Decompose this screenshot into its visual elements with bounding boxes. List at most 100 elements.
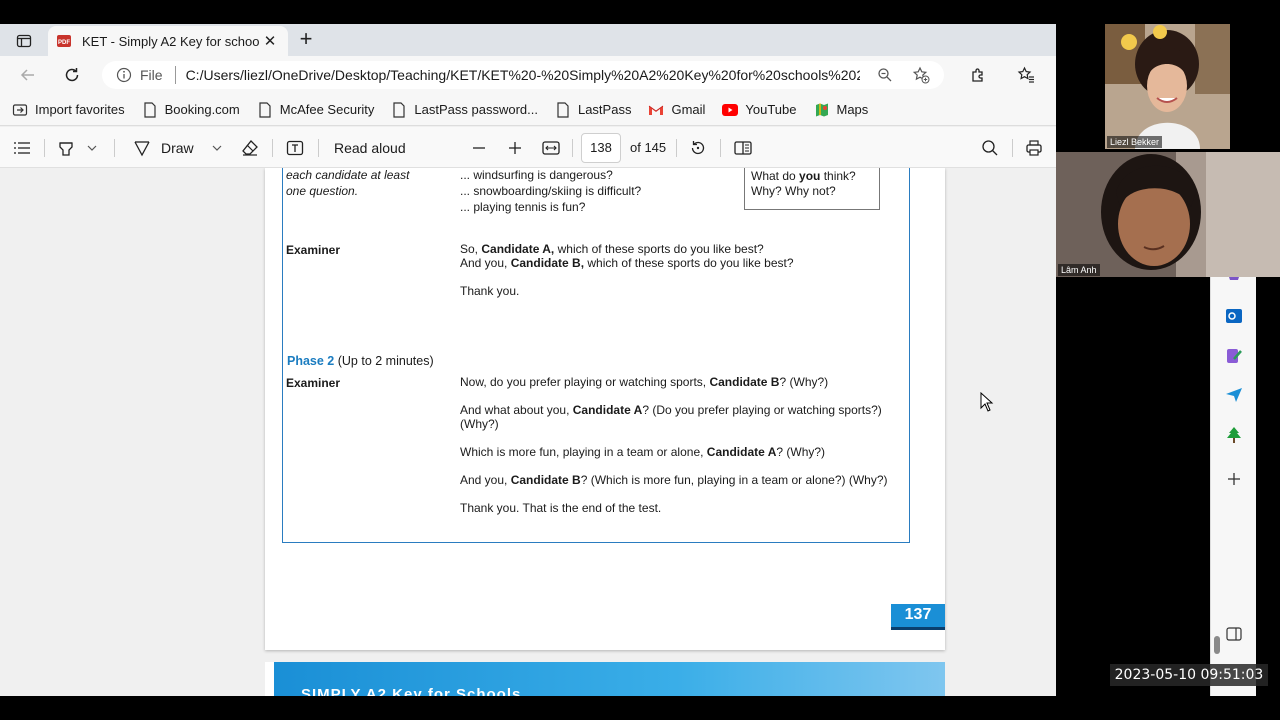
next-pdf-page: SIMPLY A2 Key for Schools [265,662,945,696]
video-tile-1: Liezl Bekker [1105,24,1230,149]
back-icon[interactable] [16,63,40,87]
eraser-icon[interactable] [241,137,259,159]
favorite-label: LastPass password... [414,102,538,117]
tab-strip: PDF KET - Simply A2 Key for schools 2 ✕ … [0,24,1056,56]
scrollbar-thumb[interactable] [1214,636,1220,654]
zoom-in-icon[interactable] [508,137,522,159]
highlight-icon[interactable] [57,137,75,159]
question-1: Now, do you prefer playing or watching s… [460,375,829,389]
page-icon [391,101,407,118]
favorite-youtube[interactable]: YouTube [722,102,797,118]
question-3: Which is more fun, playing in a team or … [460,445,826,459]
examiner-line-1: So, Candidate A, which of these sports d… [460,242,764,256]
favorite-lastpass[interactable]: LastPass [555,101,631,118]
add-favorite-icon[interactable] [910,64,932,86]
examiner-label-1: Examiner [286,243,341,257]
scrollbar[interactable] [1213,252,1221,696]
draw-label: Draw [161,140,194,156]
svg-text:PDF: PDF [58,40,70,46]
tab-title: KET - Simply A2 Key for schools 2 [82,33,260,49]
favorite-maps[interactable]: Maps [814,102,869,118]
prompt-tennis: ... playing tennis is fun? [460,200,586,214]
draw-button[interactable]: Draw [133,137,194,159]
url-scheme: File [140,67,163,83]
text-icon[interactable] [286,137,304,159]
tab-active[interactable]: PDF KET - Simply A2 Key for schools 2 ✕ [48,26,288,56]
mouse-cursor-icon [980,392,994,412]
question-2: And what about you, Candidate A? (Do you… [460,403,882,417]
read-aloud-label: Read aloud [334,140,406,156]
toolbar-divider [1012,139,1013,157]
pdf-page: each candidate at least one question. ..… [265,168,945,650]
page-number-badge: 137 [891,604,945,630]
closing-line: Thank you. That is the end of the test. [460,501,662,515]
examiner-label-2: Examiner [286,376,341,390]
navigation-bar: File C:/Users/liezl/OneDrive/Desktop/Tea… [0,56,1056,94]
favorite-label: McAfee Security [279,102,375,117]
favorite-label: YouTube [745,102,797,117]
refresh-icon[interactable] [60,63,84,87]
highlight-dropdown-icon[interactable] [86,137,98,159]
tree-icon[interactable] [1224,425,1244,445]
youtube-icon [722,102,739,118]
examiner-line-2: And you, Candidate B, which of these spo… [460,256,794,270]
toolbar-divider [720,139,721,157]
pdf-icon: PDF [56,33,72,49]
tab-close-icon[interactable]: ✕ [260,32,280,50]
toolbar-divider [676,139,677,157]
screen: PDF KET - Simply A2 Key for schools 2 ✕ … [0,0,1280,720]
prompt-windsurfing: ... windsurfing is dangerous? [460,168,613,182]
maps-icon [814,102,830,118]
zoom-out-icon[interactable] [472,137,486,159]
new-tab-icon[interactable]: + [294,28,318,52]
designer-icon[interactable] [1224,346,1244,366]
zoom-icon[interactable] [874,64,896,86]
draw-icon [134,141,150,157]
rotate-icon[interactable] [689,137,707,159]
pdf-toolbar: Draw Read aloud 138 of 145 [0,127,1056,168]
page-count: of 145 [630,140,667,155]
outlook-icon[interactable] [1224,306,1244,326]
phase-heading: Phase 2 (Up to 2 minutes) [287,354,434,368]
favorite-gmail[interactable]: Gmail [648,102,705,118]
page-icon [142,101,158,118]
examiner-line-3: Thank you. [460,284,520,298]
recording-timestamp: 2023-05-10 09:51:03 [1110,664,1268,686]
favorites-icon[interactable] [1014,63,1038,87]
page-icon [257,101,273,118]
participant-name-1: Liezl Bekker [1107,136,1163,148]
toolbar-divider [272,139,273,157]
sidebar-toggle-icon[interactable] [1224,624,1244,644]
url-text[interactable]: C:/Users/liezl/OneDrive/Desktop/Teaching… [186,67,860,83]
favorite-mcafee[interactable]: McAfee Security [257,101,375,118]
sidebar-add-icon[interactable] [1224,469,1244,489]
search-icon[interactable] [981,137,999,159]
favorite-import[interactable]: Import favorites [12,102,125,118]
tab-actions-icon[interactable] [8,29,40,53]
question-box: What do you think? Why? Why not? [744,168,880,210]
favorites-bar: Import favorites Booking.com McAfee Secu… [0,94,1056,126]
print-icon[interactable] [1025,137,1043,159]
page-number-input[interactable]: 138 [581,133,621,163]
gmail-icon [648,102,664,118]
participant-photo-2 [1056,152,1280,277]
favorite-label: Import favorites [35,102,125,117]
question-4: And you, Candidate B? (Which is more fun… [460,473,888,487]
favorite-label: Booking.com [164,102,240,117]
page-view-icon[interactable] [734,137,752,159]
contents-icon[interactable] [13,137,31,159]
pdf-viewer[interactable]: each candidate at least one question. ..… [0,168,1056,696]
extensions-icon[interactable] [966,63,990,87]
prompt-snowboarding: ... snowboarding/skiing is difficult? [460,184,642,198]
favorite-label: Maps [836,102,869,117]
info-icon[interactable] [116,67,132,83]
read-aloud-button[interactable]: Read aloud [334,137,406,159]
favorite-lastpass-password[interactable]: LastPass password... [391,101,538,118]
draw-dropdown-icon[interactable] [211,137,223,159]
toolbar-divider [114,139,115,157]
send-icon[interactable] [1224,385,1244,405]
fit-width-icon[interactable] [542,137,560,159]
favorite-label: Gmail [671,102,706,117]
address-bar[interactable]: File C:/Users/liezl/OneDrive/Desktop/Tea… [102,61,944,89]
favorite-booking[interactable]: Booking.com [142,101,240,118]
